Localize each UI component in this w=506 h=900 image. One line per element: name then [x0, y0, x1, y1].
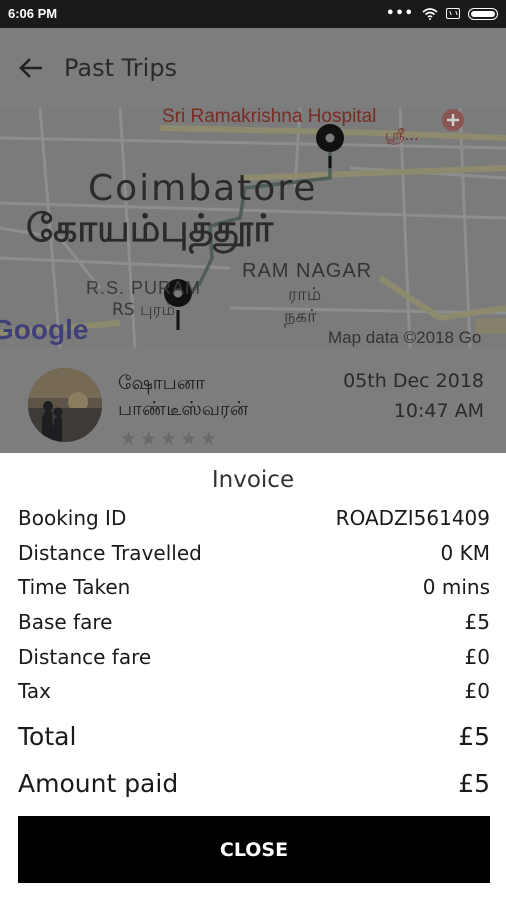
amount-paid-value: £5 [458, 768, 490, 798]
status-bar: 6:06 PM ••• [0, 0, 506, 28]
status-time: 6:06 PM [8, 6, 58, 21]
distance-value: 0 KM [440, 541, 490, 565]
invoice-title: Invoice [211, 467, 295, 493]
base-fare-value: £5 [464, 610, 490, 634]
tax-value: £0 [464, 679, 490, 703]
map-label-ram-nagar: RAM NAGAR [242, 260, 373, 282]
invoice-sheet: Invoice Booking ID ROADZI561409 Distance… [0, 453, 506, 900]
map-label-rs-puram-ta: RS புரம் [112, 300, 176, 320]
invoice-row-distance: Distance Travelled 0 KM [18, 538, 490, 568]
map-label-ram-nagar-ta-1: ராம் [288, 284, 322, 305]
battery-icon [468, 7, 498, 20]
time-taken-value: 0 mins [422, 575, 490, 599]
invoice-row-amount-paid: Amount paid £5 [18, 768, 490, 798]
map-attribution: Map data ©2018 Go [328, 328, 482, 347]
status-icons: ••• [386, 6, 498, 21]
app-bar: Past Trips [0, 28, 506, 108]
distance-fare-label: Distance fare [18, 645, 152, 669]
sim-icon [446, 8, 460, 19]
time-taken-label: Time Taken [18, 575, 131, 599]
invoice-row-distance-fare: Distance fare £0 [18, 642, 490, 672]
more-dots-icon: ••• [386, 6, 414, 21]
hospital-marker-icon [442, 109, 464, 131]
trip-summary: ஷோபனா பாண்டீஸ்வரன் ★★★★★ 05th Dec 2018 1… [0, 348, 506, 453]
invoice-row-base-fare: Base fare £5 [18, 607, 490, 637]
map-label-hospital-ta: ஸ்ரீ... [385, 126, 419, 144]
amount-paid-label: Amount paid [18, 768, 179, 798]
trip-map[interactable]: Sri Ramakrishna Hospital ஸ்ரீ... Coimbat… [0, 108, 506, 348]
trip-date: 05th Dec 2018 [343, 370, 484, 392]
wifi-icon [422, 7, 438, 20]
driver-avatar [28, 368, 102, 442]
booking-id-label: Booking ID [18, 506, 127, 530]
rating-stars: ★★★★★ [120, 428, 221, 450]
booking-id-value: ROADZI561409 [335, 506, 490, 530]
invoice-row-booking-id: Booking ID ROADZI561409 [18, 503, 490, 533]
invoice-row-total: Total £5 [18, 721, 490, 751]
tax-label: Tax [18, 679, 51, 703]
map-label-city: Coimbatore [88, 168, 318, 209]
map-label-rs-puram: R.S. PURAM [86, 278, 202, 298]
invoice-row-time: Time Taken 0 mins [18, 572, 490, 602]
map-label-hospital: Sri Ramakrishna Hospital [162, 108, 377, 127]
close-button[interactable]: CLOSE [18, 816, 490, 883]
total-label: Total [18, 721, 77, 751]
invoice-row-tax: Tax £0 [18, 676, 490, 706]
google-logo: Google [0, 314, 89, 345]
avatar-photo [28, 368, 102, 442]
map-label-city-ta: கோயம்புத்தூர் [26, 206, 274, 250]
arrow-left-icon[interactable] [18, 56, 46, 80]
trip-time: 10:47 AM [393, 400, 484, 422]
base-fare-label: Base fare [18, 610, 113, 634]
map-label-ram-nagar-ta-2: நகர் [284, 306, 317, 327]
distance-fare-value: £0 [464, 645, 490, 669]
total-value: £5 [458, 721, 490, 751]
driver-name: ஷோபனா பாண்டீஸ்வரன் [118, 372, 249, 420]
page-title: Past Trips [64, 54, 178, 82]
distance-label: Distance Travelled [18, 541, 202, 565]
